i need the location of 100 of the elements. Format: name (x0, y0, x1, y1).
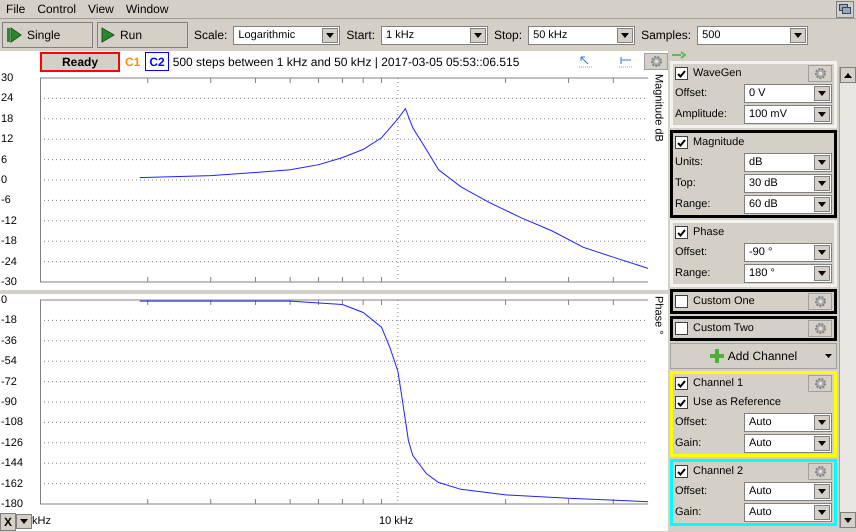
menu-item[interactable]: View (82, 0, 120, 18)
panel-title: Custom Two (693, 321, 754, 336)
settings-button[interactable] (808, 375, 832, 392)
field-label: Range: (675, 266, 710, 282)
field-label: Amplitude: (675, 107, 727, 122)
axis-unit: kHz (32, 514, 51, 530)
axis-tick-label: -162 (0, 478, 24, 490)
axis-tick-label: 18 (0, 112, 14, 125)
toolbar-label: Start: (346, 27, 376, 44)
caret-icon (825, 354, 832, 358)
run-button[interactable]: Run (97, 22, 188, 48)
panel-title: Phase (693, 225, 724, 240)
panel-title: WaveGen (693, 66, 742, 82)
dropdown[interactable]: dB (744, 153, 832, 172)
checkbox[interactable] (675, 322, 688, 335)
checkbox-label: Use as Reference (693, 395, 782, 410)
axis-tick-label: -54 (0, 355, 18, 368)
checkbox[interactable] (675, 377, 688, 390)
toolbar-dropdown[interactable]: Logarithmic (233, 26, 340, 44)
axis-tick-label: -12 (0, 214, 18, 227)
axis-tick-label: 10 kHz (378, 514, 414, 530)
axis-title: Phase ° (651, 296, 666, 335)
channel-tag[interactable]: C2 (145, 52, 169, 71)
toolbar-dropdown[interactable]: 500 (697, 26, 808, 44)
dropdown[interactable]: 60 dB (744, 195, 832, 214)
checkbox[interactable] (675, 67, 688, 80)
axis-tick-label: -30 (0, 276, 18, 288)
field-label: Offset: (675, 484, 708, 500)
dropdown[interactable]: Auto (744, 482, 832, 501)
plus-icon (710, 349, 724, 363)
toolbar-dropdown[interactable]: 50 kHz (528, 26, 636, 44)
dropdown[interactable]: 100 mV (744, 105, 832, 124)
field-label: Offset: (675, 415, 708, 430)
field-label: Units: (675, 155, 704, 170)
checkbox[interactable] (675, 295, 688, 308)
field-label: Offset: (675, 245, 708, 260)
step-icon (6, 27, 22, 43)
axis-tick-label: 0 (0, 174, 8, 186)
field-label: Offset: (675, 86, 708, 102)
axis-tick-label: -36 (0, 334, 18, 347)
axis-tick-label: 12 (0, 133, 14, 146)
axis-tick-label: -90 (0, 396, 18, 408)
gear-icon (814, 322, 826, 335)
sweep-info: 500 steps between 1 kHz and 50 kHz | 2017-03-05 05:53::06.515 (172, 54, 520, 70)
add-channel-button[interactable]: Add Channel (670, 343, 837, 369)
axis-tick-label: 24 (0, 92, 14, 104)
toolbar-dropdown[interactable]: 1 kHz (381, 26, 488, 44)
dropdown[interactable]: Auto (744, 413, 832, 432)
dropdown[interactable]: Auto (744, 503, 832, 522)
settings-button[interactable] (644, 53, 668, 70)
checkbox[interactable] (675, 136, 688, 149)
field-label: Range: (675, 197, 710, 212)
panel-title: Channel 2 (693, 464, 744, 480)
field-label: Top: (675, 176, 696, 192)
dropdown[interactable]: Auto (744, 434, 832, 453)
checkbox[interactable] (675, 465, 688, 478)
gear-icon (814, 377, 826, 390)
dropdown[interactable]: 180 ° (744, 264, 832, 283)
windows-icon (839, 4, 851, 14)
axis-tick-label: -108 (0, 416, 24, 428)
toolbar-label: Scale: (194, 27, 228, 44)
status-badge: Ready (40, 52, 120, 72)
dropdown[interactable]: 0 V (744, 84, 832, 103)
field-label: Gain: (675, 436, 702, 452)
x-axis-button[interactable]: X (0, 512, 16, 530)
arrow-right-icon (672, 51, 686, 59)
axis-tick-label: -144 (0, 457, 24, 470)
axis-tick-label: -18 (0, 235, 18, 248)
cursor-ruler-icon[interactable] (578, 54, 594, 68)
toolbar-label: Stop: (494, 27, 522, 44)
gear-icon (650, 55, 662, 68)
axis-tick-label: -126 (0, 436, 24, 449)
single-button[interactable]: Single (2, 22, 93, 48)
scroll-up-icon[interactable] (844, 72, 852, 78)
axis-tick-label: -72 (0, 376, 18, 388)
axis-tick-label: -24 (0, 256, 18, 268)
axis-tick-label: 0 (0, 294, 8, 306)
axis-tick-label: 30 (0, 72, 14, 84)
menu-item[interactable]: Window (120, 0, 175, 18)
axis-tick-label: 6 (0, 154, 8, 166)
checkbox[interactable] (675, 396, 688, 409)
dropdown[interactable]: 30 dB (744, 174, 832, 193)
field-label: Gain: (675, 505, 702, 520)
scroll-down-icon[interactable] (844, 518, 852, 522)
ruler-icon[interactable] (618, 54, 634, 68)
axis-title: Magnitude dB (651, 74, 666, 142)
panel-title: Channel 1 (693, 376, 744, 392)
menu-item[interactable]: File (0, 0, 32, 18)
settings-button[interactable] (808, 293, 832, 310)
scrollbar[interactable] (839, 67, 856, 528)
gear-icon (814, 465, 826, 478)
checkbox[interactable] (675, 226, 688, 239)
settings-button[interactable] (808, 320, 832, 337)
panel-title: Magnitude (693, 135, 744, 150)
gear-icon (814, 295, 826, 308)
play-icon (101, 27, 115, 43)
panel-title: Custom One (693, 294, 755, 310)
menu-item[interactable]: Control (31, 0, 82, 18)
restore-window-button[interactable] (836, 0, 854, 18)
dropdown[interactable]: -90 ° (744, 243, 832, 262)
